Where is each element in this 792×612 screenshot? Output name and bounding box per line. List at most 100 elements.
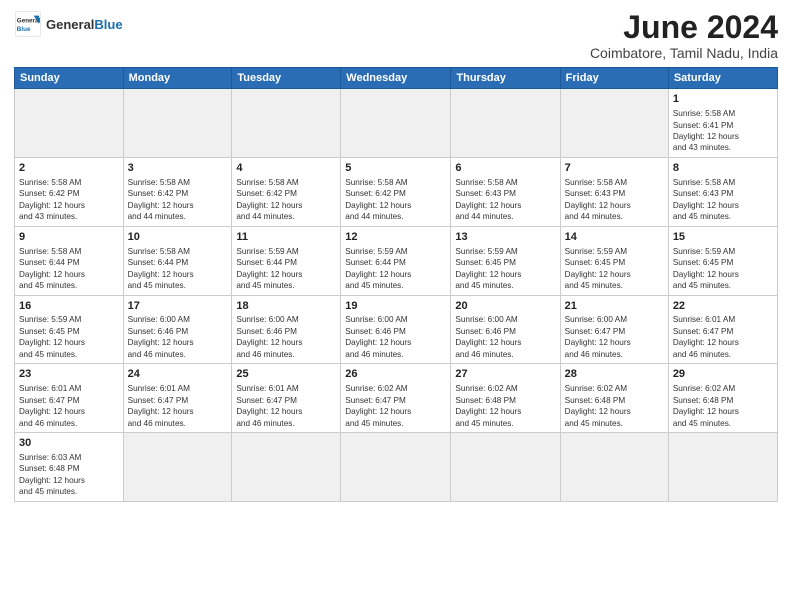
page: General Blue GeneralBlue June 2024 Coimb… bbox=[0, 0, 792, 508]
title-area: June 2024 Coimbatore, Tamil Nadu, India bbox=[590, 10, 778, 61]
day-number: 1 bbox=[673, 92, 773, 107]
calendar-cell: 11Sunrise: 5:59 AM Sunset: 6:44 PM Dayli… bbox=[232, 226, 341, 295]
day-info: Sunrise: 6:03 AM Sunset: 6:48 PM Dayligh… bbox=[19, 452, 119, 498]
day-number: 9 bbox=[19, 230, 119, 245]
day-number: 4 bbox=[236, 161, 336, 176]
calendar-cell bbox=[560, 433, 668, 502]
calendar-cell: 23Sunrise: 6:01 AM Sunset: 6:47 PM Dayli… bbox=[15, 364, 124, 433]
logo-area: General Blue GeneralBlue bbox=[14, 10, 123, 38]
day-number: 21 bbox=[565, 299, 664, 314]
day-number: 2 bbox=[19, 161, 119, 176]
calendar-cell: 2Sunrise: 5:58 AM Sunset: 6:42 PM Daylig… bbox=[15, 157, 124, 226]
day-info: Sunrise: 6:01 AM Sunset: 6:47 PM Dayligh… bbox=[19, 383, 119, 429]
calendar-cell bbox=[232, 89, 341, 158]
day-number: 12 bbox=[345, 230, 446, 245]
calendar-cell: 29Sunrise: 6:02 AM Sunset: 6:48 PM Dayli… bbox=[668, 364, 777, 433]
day-info: Sunrise: 6:02 AM Sunset: 6:48 PM Dayligh… bbox=[565, 383, 664, 429]
col-tuesday: Tuesday bbox=[232, 68, 341, 89]
day-number: 19 bbox=[345, 299, 446, 314]
calendar-cell bbox=[451, 89, 560, 158]
day-number: 10 bbox=[128, 230, 228, 245]
col-friday: Friday bbox=[560, 68, 668, 89]
col-sunday: Sunday bbox=[15, 68, 124, 89]
day-number: 17 bbox=[128, 299, 228, 314]
calendar-cell: 13Sunrise: 5:59 AM Sunset: 6:45 PM Dayli… bbox=[451, 226, 560, 295]
day-info: Sunrise: 5:58 AM Sunset: 6:43 PM Dayligh… bbox=[673, 177, 773, 223]
calendar-cell: 28Sunrise: 6:02 AM Sunset: 6:48 PM Dayli… bbox=[560, 364, 668, 433]
day-number: 18 bbox=[236, 299, 336, 314]
calendar-cell bbox=[232, 433, 341, 502]
day-number: 24 bbox=[128, 367, 228, 382]
calendar-cell: 5Sunrise: 5:58 AM Sunset: 6:42 PM Daylig… bbox=[341, 157, 451, 226]
day-info: Sunrise: 5:59 AM Sunset: 6:45 PM Dayligh… bbox=[565, 246, 664, 292]
calendar-cell: 8Sunrise: 5:58 AM Sunset: 6:43 PM Daylig… bbox=[668, 157, 777, 226]
month-title: June 2024 bbox=[590, 10, 778, 45]
calendar-cell: 9Sunrise: 5:58 AM Sunset: 6:44 PM Daylig… bbox=[15, 226, 124, 295]
day-info: Sunrise: 5:59 AM Sunset: 6:45 PM Dayligh… bbox=[673, 246, 773, 292]
logo-general-text: GeneralBlue bbox=[46, 17, 123, 32]
calendar-cell: 27Sunrise: 6:02 AM Sunset: 6:48 PM Dayli… bbox=[451, 364, 560, 433]
day-info: Sunrise: 6:00 AM Sunset: 6:46 PM Dayligh… bbox=[345, 314, 446, 360]
day-number: 29 bbox=[673, 367, 773, 382]
calendar-header-row: Sunday Monday Tuesday Wednesday Thursday… bbox=[15, 68, 778, 89]
calendar-cell bbox=[15, 89, 124, 158]
day-number: 11 bbox=[236, 230, 336, 245]
day-number: 8 bbox=[673, 161, 773, 176]
day-info: Sunrise: 5:58 AM Sunset: 6:43 PM Dayligh… bbox=[455, 177, 555, 223]
day-number: 13 bbox=[455, 230, 555, 245]
day-info: Sunrise: 5:58 AM Sunset: 6:42 PM Dayligh… bbox=[19, 177, 119, 223]
calendar-cell bbox=[123, 433, 232, 502]
day-number: 6 bbox=[455, 161, 555, 176]
calendar-cell: 1Sunrise: 5:58 AM Sunset: 6:41 PM Daylig… bbox=[668, 89, 777, 158]
day-info: Sunrise: 5:59 AM Sunset: 6:44 PM Dayligh… bbox=[236, 246, 336, 292]
calendar-cell: 30Sunrise: 6:03 AM Sunset: 6:48 PM Dayli… bbox=[15, 433, 124, 502]
calendar-cell: 25Sunrise: 6:01 AM Sunset: 6:47 PM Dayli… bbox=[232, 364, 341, 433]
logo-icon: General Blue bbox=[14, 10, 42, 38]
calendar-cell: 17Sunrise: 6:00 AM Sunset: 6:46 PM Dayli… bbox=[123, 295, 232, 364]
col-monday: Monday bbox=[123, 68, 232, 89]
calendar-week-row: 16Sunrise: 5:59 AM Sunset: 6:45 PM Dayli… bbox=[15, 295, 778, 364]
calendar-cell bbox=[341, 433, 451, 502]
day-info: Sunrise: 6:02 AM Sunset: 6:48 PM Dayligh… bbox=[455, 383, 555, 429]
calendar-cell bbox=[668, 433, 777, 502]
day-info: Sunrise: 6:00 AM Sunset: 6:47 PM Dayligh… bbox=[565, 314, 664, 360]
header: General Blue GeneralBlue June 2024 Coimb… bbox=[14, 10, 778, 61]
day-info: Sunrise: 6:01 AM Sunset: 6:47 PM Dayligh… bbox=[673, 314, 773, 360]
calendar-cell bbox=[451, 433, 560, 502]
day-number: 27 bbox=[455, 367, 555, 382]
day-info: Sunrise: 5:58 AM Sunset: 6:42 PM Dayligh… bbox=[128, 177, 228, 223]
calendar-cell: 22Sunrise: 6:01 AM Sunset: 6:47 PM Dayli… bbox=[668, 295, 777, 364]
calendar-cell: 24Sunrise: 6:01 AM Sunset: 6:47 PM Dayli… bbox=[123, 364, 232, 433]
day-number: 7 bbox=[565, 161, 664, 176]
svg-text:Blue: Blue bbox=[17, 26, 31, 33]
day-info: Sunrise: 5:58 AM Sunset: 6:44 PM Dayligh… bbox=[128, 246, 228, 292]
calendar-week-row: 1Sunrise: 5:58 AM Sunset: 6:41 PM Daylig… bbox=[15, 89, 778, 158]
calendar-cell: 6Sunrise: 5:58 AM Sunset: 6:43 PM Daylig… bbox=[451, 157, 560, 226]
calendar-week-row: 2Sunrise: 5:58 AM Sunset: 6:42 PM Daylig… bbox=[15, 157, 778, 226]
day-info: Sunrise: 6:01 AM Sunset: 6:47 PM Dayligh… bbox=[128, 383, 228, 429]
calendar-table: Sunday Monday Tuesday Wednesday Thursday… bbox=[14, 67, 778, 502]
calendar-cell: 4Sunrise: 5:58 AM Sunset: 6:42 PM Daylig… bbox=[232, 157, 341, 226]
calendar-cell: 20Sunrise: 6:00 AM Sunset: 6:46 PM Dayli… bbox=[451, 295, 560, 364]
location: Coimbatore, Tamil Nadu, India bbox=[590, 45, 778, 61]
day-info: Sunrise: 5:59 AM Sunset: 6:44 PM Dayligh… bbox=[345, 246, 446, 292]
calendar-cell: 3Sunrise: 5:58 AM Sunset: 6:42 PM Daylig… bbox=[123, 157, 232, 226]
day-info: Sunrise: 6:00 AM Sunset: 6:46 PM Dayligh… bbox=[128, 314, 228, 360]
day-number: 22 bbox=[673, 299, 773, 314]
day-info: Sunrise: 5:58 AM Sunset: 6:44 PM Dayligh… bbox=[19, 246, 119, 292]
day-number: 25 bbox=[236, 367, 336, 382]
day-number: 15 bbox=[673, 230, 773, 245]
day-number: 16 bbox=[19, 299, 119, 314]
day-info: Sunrise: 5:58 AM Sunset: 6:42 PM Dayligh… bbox=[236, 177, 336, 223]
day-info: Sunrise: 5:59 AM Sunset: 6:45 PM Dayligh… bbox=[19, 314, 119, 360]
day-info: Sunrise: 6:02 AM Sunset: 6:47 PM Dayligh… bbox=[345, 383, 446, 429]
calendar-cell: 18Sunrise: 6:00 AM Sunset: 6:46 PM Dayli… bbox=[232, 295, 341, 364]
day-info: Sunrise: 5:58 AM Sunset: 6:41 PM Dayligh… bbox=[673, 108, 773, 154]
calendar-week-row: 30Sunrise: 6:03 AM Sunset: 6:48 PM Dayli… bbox=[15, 433, 778, 502]
col-saturday: Saturday bbox=[668, 68, 777, 89]
day-info: Sunrise: 5:58 AM Sunset: 6:42 PM Dayligh… bbox=[345, 177, 446, 223]
day-number: 20 bbox=[455, 299, 555, 314]
col-wednesday: Wednesday bbox=[341, 68, 451, 89]
calendar-cell: 12Sunrise: 5:59 AM Sunset: 6:44 PM Dayli… bbox=[341, 226, 451, 295]
day-number: 28 bbox=[565, 367, 664, 382]
